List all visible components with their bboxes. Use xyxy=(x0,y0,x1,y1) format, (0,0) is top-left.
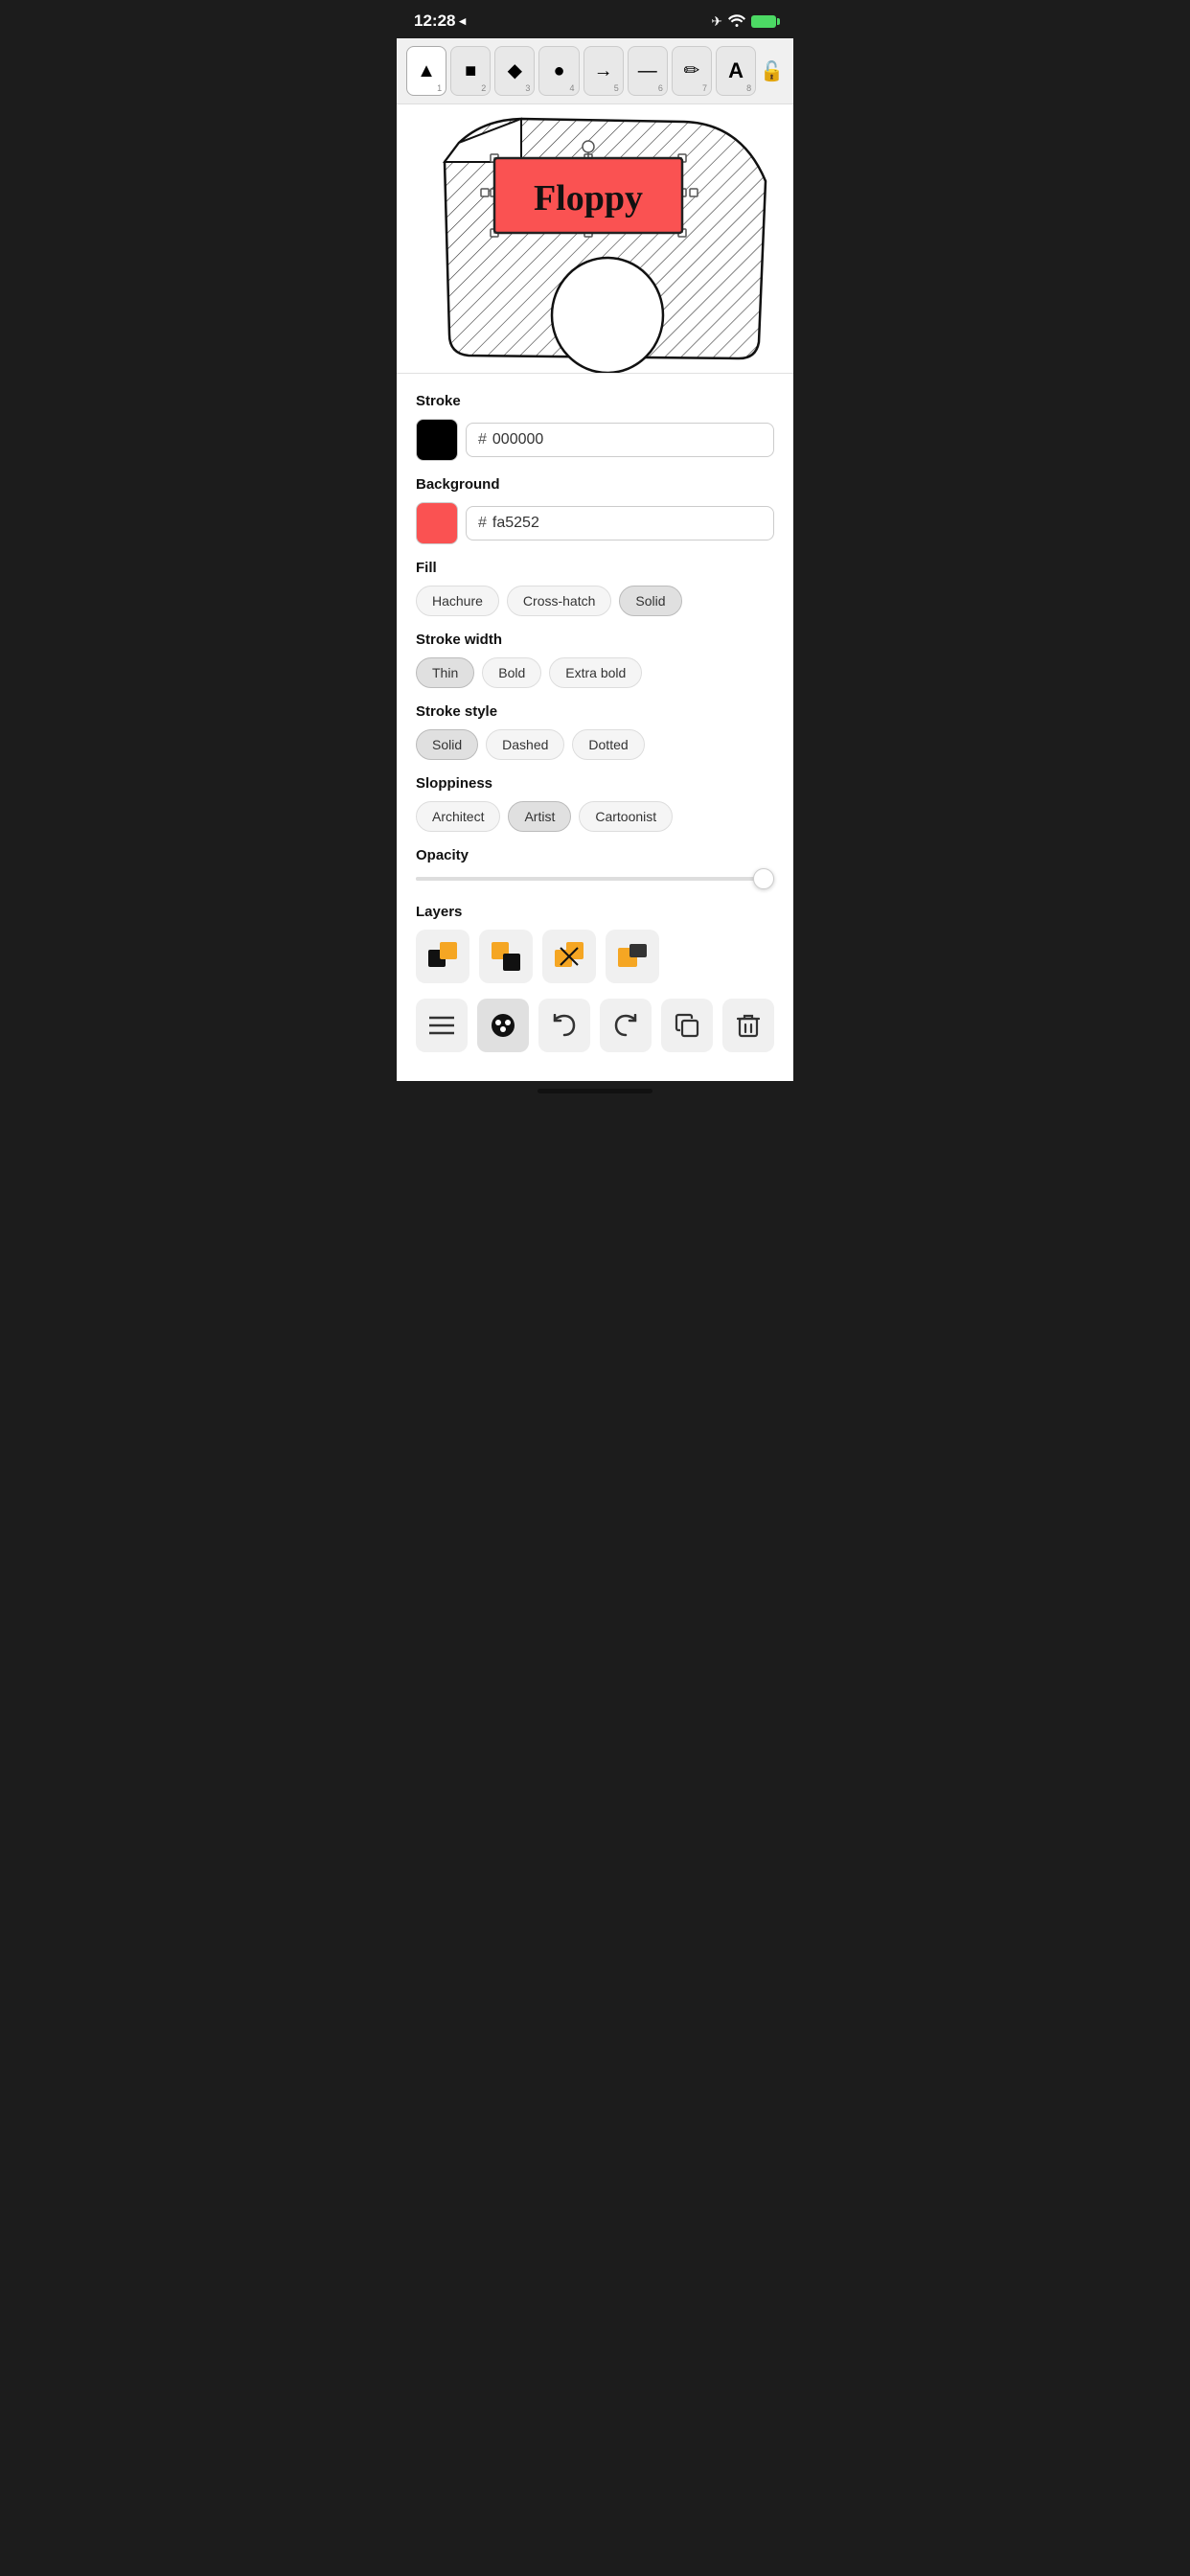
tool-pencil[interactable]: ✏ 7 xyxy=(672,46,712,96)
fill-label: Fill xyxy=(416,560,774,576)
opacity-section: Opacity xyxy=(416,847,774,885)
status-time: 12:28 ◂ xyxy=(414,12,466,31)
bg-color-input[interactable] xyxy=(492,515,762,532)
slop-cartoonist[interactable]: Cartoonist xyxy=(579,801,673,832)
stroke-color-row: # xyxy=(416,419,774,461)
fill-section: Fill Hachure Cross-hatch Solid xyxy=(416,560,774,616)
rectangle-icon: ■ xyxy=(465,61,476,80)
layer-btn-4[interactable] xyxy=(606,930,659,983)
circle-icon: ● xyxy=(553,61,564,80)
background-label: Background xyxy=(416,476,774,493)
stroke-color-swatch[interactable] xyxy=(416,419,458,461)
status-icons: ✈ xyxy=(711,13,776,30)
menu-button[interactable] xyxy=(416,999,468,1052)
tool-number-4: 4 xyxy=(570,83,575,93)
bottom-toolbar xyxy=(416,999,774,1052)
stroke-thin[interactable]: Thin xyxy=(416,657,474,688)
layer-btn-2[interactable] xyxy=(479,930,533,983)
tool-number-5: 5 xyxy=(614,83,619,93)
select-icon: ▲ xyxy=(417,61,436,80)
stroke-section: Stroke # xyxy=(416,393,774,461)
sloppiness-label: Sloppiness xyxy=(416,775,774,792)
arrow-icon: → xyxy=(594,61,613,80)
opacity-thumb[interactable] xyxy=(753,868,774,889)
layer-btn-3[interactable] xyxy=(542,930,596,983)
toolbar: ▲ 1 ■ 2 ◆ 3 ● 4 → 5 — 6 ✏ 7 A 8 🔓 xyxy=(397,38,793,104)
opacity-slider-wrap[interactable] xyxy=(416,873,774,885)
battery-icon xyxy=(751,15,776,28)
properties-panel: Stroke # Background # Fill Hachure Cross… xyxy=(397,373,793,1081)
stroke-style-label: Stroke style xyxy=(416,703,774,720)
tool-select[interactable]: ▲ 1 xyxy=(406,46,446,96)
layers-section: Layers xyxy=(416,904,774,983)
stroke-width-label: Stroke width xyxy=(416,632,774,648)
bg-color-row: # xyxy=(416,502,774,544)
line-icon: — xyxy=(638,61,657,80)
fill-solid[interactable]: Solid xyxy=(619,586,681,616)
stroke-style-options: Solid Dashed Dotted xyxy=(416,729,774,760)
home-bar xyxy=(538,1089,652,1093)
tool-number-2: 2 xyxy=(481,83,486,93)
opacity-label: Opacity xyxy=(416,847,774,863)
bg-color-swatch[interactable] xyxy=(416,502,458,544)
style-button[interactable] xyxy=(477,999,529,1052)
stroke-label: Stroke xyxy=(416,393,774,409)
background-section: Background # xyxy=(416,476,774,544)
tool-number-6: 6 xyxy=(658,83,663,93)
home-indicator xyxy=(397,1081,793,1097)
fill-options: Hachure Cross-hatch Solid xyxy=(416,586,774,616)
sloppiness-section: Sloppiness Architect Artist Cartoonist xyxy=(416,775,774,832)
tool-number-8: 8 xyxy=(746,83,751,93)
style-dotted[interactable]: Dotted xyxy=(572,729,644,760)
layer-btn-1[interactable] xyxy=(416,930,469,983)
stroke-color-input[interactable] xyxy=(492,431,762,448)
stroke-width-options: Thin Bold Extra bold xyxy=(416,657,774,688)
tool-number-3: 3 xyxy=(525,83,530,93)
slop-artist[interactable]: Artist xyxy=(508,801,571,832)
tool-number-7: 7 xyxy=(702,83,707,93)
location-icon: ◂ xyxy=(459,13,466,29)
svg-text:Floppy: Floppy xyxy=(534,178,643,218)
tool-number-1: 1 xyxy=(437,83,442,93)
stroke-color-input-wrap[interactable]: # xyxy=(466,423,774,457)
layer-icons-row xyxy=(416,930,774,983)
bg-color-input-wrap[interactable]: # xyxy=(466,506,774,540)
bg-hash: # xyxy=(478,515,487,532)
tool-line[interactable]: — 6 xyxy=(628,46,668,96)
lock-button[interactable]: 🔓 xyxy=(760,59,784,83)
style-solid[interactable]: Solid xyxy=(416,729,478,760)
tool-rectangle[interactable]: ■ 2 xyxy=(450,46,491,96)
fill-crosshatch[interactable]: Cross-hatch xyxy=(507,586,611,616)
stroke-extra-bold[interactable]: Extra bold xyxy=(549,657,642,688)
style-dashed[interactable]: Dashed xyxy=(486,729,564,760)
stroke-bold[interactable]: Bold xyxy=(482,657,541,688)
copy-button[interactable] xyxy=(661,999,713,1052)
undo-button[interactable] xyxy=(538,999,590,1052)
time-display: 12:28 xyxy=(414,12,455,31)
fill-hachure[interactable]: Hachure xyxy=(416,586,499,616)
stroke-width-section: Stroke width Thin Bold Extra bold xyxy=(416,632,774,688)
wifi-icon xyxy=(728,13,745,30)
tool-text[interactable]: A 8 xyxy=(716,46,756,96)
status-bar: 12:28 ◂ ✈ xyxy=(397,0,793,38)
sloppiness-options: Architect Artist Cartoonist xyxy=(416,801,774,832)
canvas-svg: Floppy xyxy=(397,104,793,373)
opacity-track xyxy=(416,877,774,881)
opacity-fill xyxy=(416,877,756,881)
diamond-icon: ◆ xyxy=(508,61,522,80)
stroke-style-section: Stroke style Solid Dashed Dotted xyxy=(416,703,774,760)
redo-button[interactable] xyxy=(600,999,652,1052)
tool-diamond[interactable]: ◆ 3 xyxy=(494,46,535,96)
tool-circle[interactable]: ● 4 xyxy=(538,46,579,96)
text-icon: A xyxy=(728,60,744,81)
stroke-hash: # xyxy=(478,431,487,448)
pencil-icon: ✏ xyxy=(684,61,700,80)
delete-button[interactable] xyxy=(722,999,774,1052)
airplane-icon: ✈ xyxy=(711,13,722,30)
canvas-area[interactable]: Floppy xyxy=(397,104,793,373)
tool-arrow[interactable]: → 5 xyxy=(584,46,624,96)
layers-label: Layers xyxy=(416,904,774,920)
slop-architect[interactable]: Architect xyxy=(416,801,500,832)
